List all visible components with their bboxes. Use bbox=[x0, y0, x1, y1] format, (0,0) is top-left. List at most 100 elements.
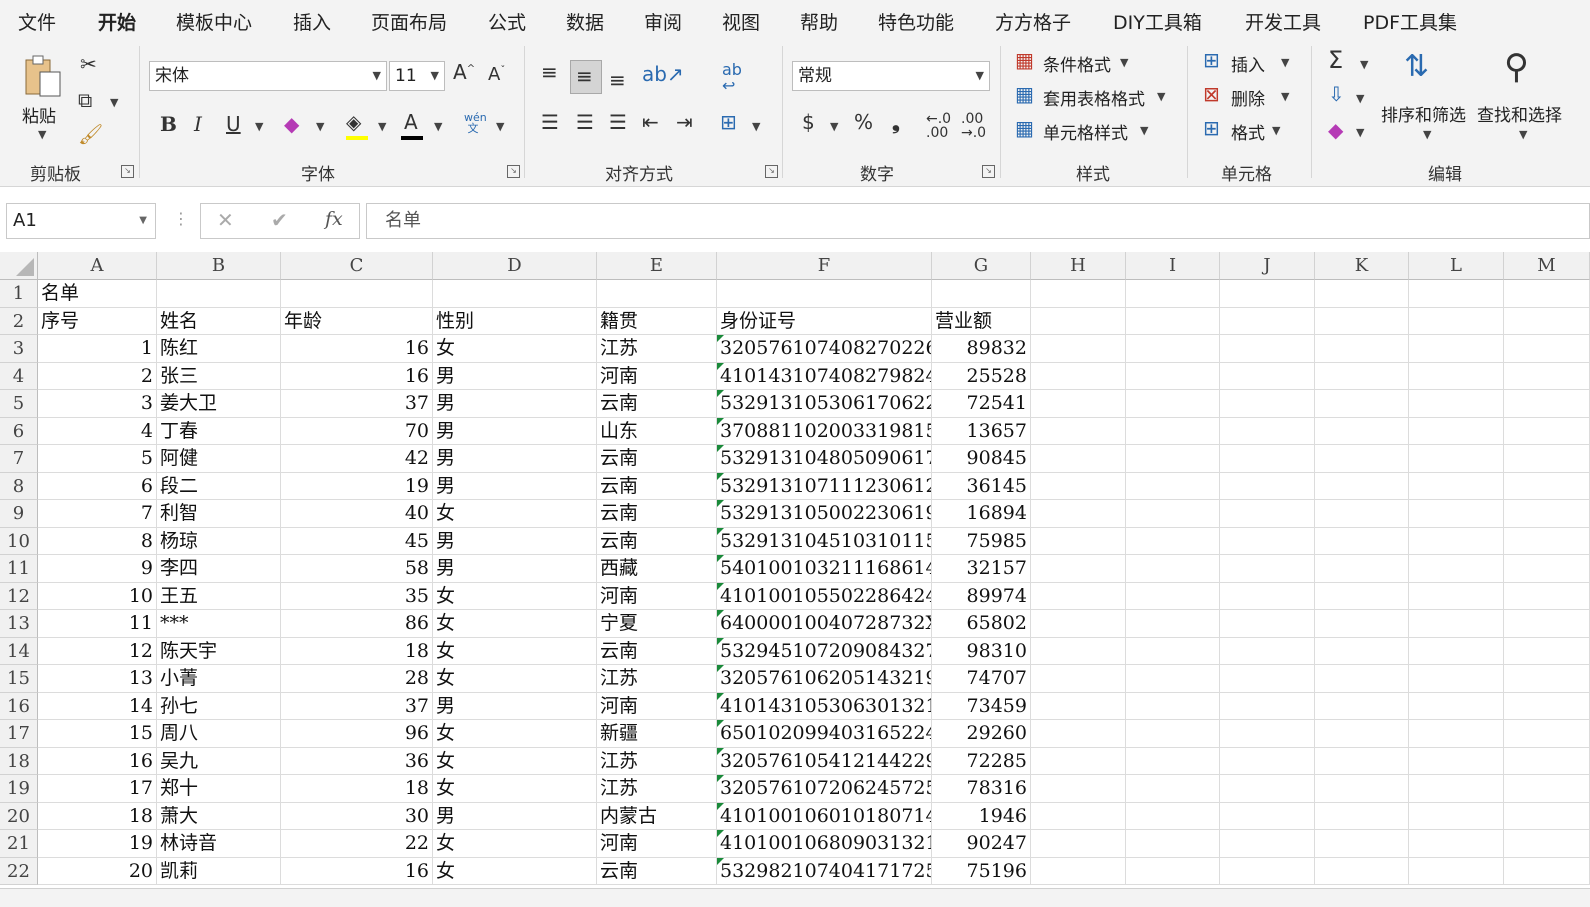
cell-E7[interactable]: 云南 bbox=[597, 445, 717, 473]
row-header[interactable]: 12 bbox=[0, 582, 38, 610]
cell-G8[interactable]: 36145 bbox=[932, 472, 1031, 500]
cell-M16[interactable] bbox=[1504, 692, 1590, 720]
cell-G4[interactable]: 25528 bbox=[932, 362, 1031, 390]
tab-7[interactable]: 审阅 bbox=[644, 8, 682, 35]
chevron-down-icon[interactable]: ▼ bbox=[830, 120, 838, 133]
phonetic-icon[interactable]: wén 文 bbox=[464, 112, 487, 134]
cell-B8[interactable]: 段二 bbox=[157, 472, 281, 500]
cell-L10[interactable] bbox=[1409, 527, 1504, 555]
formula-input[interactable]: 名单 bbox=[366, 203, 1590, 239]
cell-D16[interactable]: 男 bbox=[433, 692, 597, 720]
cell-F16[interactable]: 410143105306301321 bbox=[717, 692, 932, 720]
align-left-icon[interactable]: ☰ bbox=[541, 112, 559, 132]
font-color-icon[interactable]: A bbox=[404, 112, 418, 132]
cell-M6[interactable] bbox=[1504, 417, 1590, 445]
cell-A13[interactable]: 11 bbox=[38, 610, 157, 638]
align-top-icon[interactable]: ≡ bbox=[541, 62, 558, 82]
cell-B11[interactable]: 李四 bbox=[157, 555, 281, 583]
enter-icon[interactable]: ✔ bbox=[271, 208, 288, 232]
cell-M11[interactable] bbox=[1504, 555, 1590, 583]
merge-center-icon[interactable]: ⊞ bbox=[720, 112, 737, 132]
cell-H9[interactable] bbox=[1031, 500, 1126, 528]
cell-K18[interactable] bbox=[1315, 747, 1409, 775]
cell-H2[interactable] bbox=[1031, 307, 1126, 335]
cell-G1[interactable] bbox=[932, 280, 1031, 308]
row-header[interactable]: 17 bbox=[0, 720, 38, 748]
cell-E9[interactable]: 云南 bbox=[597, 500, 717, 528]
cell-J3[interactable] bbox=[1220, 335, 1315, 363]
cell-F10[interactable]: 532913104510310115 bbox=[717, 527, 932, 555]
paste-icon[interactable] bbox=[22, 54, 62, 98]
cell-I7[interactable] bbox=[1126, 445, 1220, 473]
cell-M12[interactable] bbox=[1504, 582, 1590, 610]
cell-J2[interactable] bbox=[1220, 307, 1315, 335]
cell-M9[interactable] bbox=[1504, 500, 1590, 528]
cell-K10[interactable] bbox=[1315, 527, 1409, 555]
cancel-icon[interactable]: ✕ bbox=[217, 208, 234, 232]
cell-M15[interactable] bbox=[1504, 665, 1590, 693]
cell-C20[interactable]: 30 bbox=[281, 802, 433, 830]
column-header-C[interactable]: C bbox=[281, 252, 433, 280]
row-header[interactable]: 8 bbox=[0, 472, 38, 500]
fill-color-icon[interactable]: ◈ bbox=[346, 112, 361, 132]
cell-E3[interactable]: 江苏 bbox=[597, 335, 717, 363]
cell-F12[interactable]: 410100105502286424 bbox=[717, 582, 932, 610]
column-header-K[interactable]: K bbox=[1315, 252, 1409, 280]
cell-E21[interactable]: 河南 bbox=[597, 830, 717, 858]
cell-B3[interactable]: 陈红 bbox=[157, 335, 281, 363]
cell-C1[interactable] bbox=[281, 280, 433, 308]
cell-M21[interactable] bbox=[1504, 830, 1590, 858]
cell-F18[interactable]: 320576105412144229 bbox=[717, 747, 932, 775]
row-header[interactable]: 9 bbox=[0, 500, 38, 528]
cell-L18[interactable] bbox=[1409, 747, 1504, 775]
tab-10[interactable]: 特色功能 bbox=[878, 8, 954, 35]
cell-E10[interactable]: 云南 bbox=[597, 527, 717, 555]
cell-D13[interactable]: 女 bbox=[433, 610, 597, 638]
cell-A18[interactable]: 16 bbox=[38, 747, 157, 775]
row-header[interactable]: 16 bbox=[0, 692, 38, 720]
cell-J21[interactable] bbox=[1220, 830, 1315, 858]
cell-G22[interactable]: 75196 bbox=[932, 857, 1031, 885]
cell-D7[interactable]: 男 bbox=[433, 445, 597, 473]
cell-D12[interactable]: 女 bbox=[433, 582, 597, 610]
cell-L14[interactable] bbox=[1409, 637, 1504, 665]
cell-M14[interactable] bbox=[1504, 637, 1590, 665]
copy-icon[interactable]: ⧉ bbox=[78, 90, 92, 110]
chevron-down-icon[interactable]: ▼ bbox=[1140, 124, 1148, 137]
cell-G5[interactable]: 72541 bbox=[932, 390, 1031, 418]
cell-F7[interactable]: 532913104805090617 bbox=[717, 445, 932, 473]
chevron-down-icon[interactable]: ▼ bbox=[378, 120, 386, 133]
cell-K6[interactable] bbox=[1315, 417, 1409, 445]
cell-B22[interactable]: 凯莉 bbox=[157, 857, 281, 885]
cell-E13[interactable]: 宁夏 bbox=[597, 610, 717, 638]
cell-L19[interactable] bbox=[1409, 775, 1504, 803]
cell-C9[interactable]: 40 bbox=[281, 500, 433, 528]
fill-icon[interactable]: ⇩ bbox=[1328, 84, 1345, 104]
cell-K9[interactable] bbox=[1315, 500, 1409, 528]
cell-A22[interactable]: 20 bbox=[38, 857, 157, 885]
orientation-icon[interactable]: ab↗ bbox=[642, 64, 684, 84]
cell-A4[interactable]: 2 bbox=[38, 362, 157, 390]
cell-K17[interactable] bbox=[1315, 720, 1409, 748]
cell-I19[interactable] bbox=[1126, 775, 1220, 803]
increase-font-icon[interactable]: A^ bbox=[453, 62, 475, 82]
cell-E1[interactable] bbox=[597, 280, 717, 308]
cell-D6[interactable]: 男 bbox=[433, 417, 597, 445]
row-header[interactable]: 5 bbox=[0, 390, 38, 418]
row-header[interactable]: 22 bbox=[0, 857, 38, 885]
cell-A1[interactable]: 名单 bbox=[38, 280, 157, 308]
cell-G21[interactable]: 90247 bbox=[932, 830, 1031, 858]
column-header-G[interactable]: G bbox=[932, 252, 1031, 280]
cell-E19[interactable]: 江苏 bbox=[597, 775, 717, 803]
paste-button[interactable]: 粘贴 bbox=[22, 102, 56, 127]
cell-I21[interactable] bbox=[1126, 830, 1220, 858]
cell-E22[interactable]: 云南 bbox=[597, 857, 717, 885]
cell-K22[interactable] bbox=[1315, 857, 1409, 885]
chevron-down-icon[interactable]: ▼ bbox=[1423, 128, 1431, 141]
cell-I17[interactable] bbox=[1126, 720, 1220, 748]
cell-H17[interactable] bbox=[1031, 720, 1126, 748]
cell-G2[interactable]: 营业额 bbox=[932, 307, 1031, 335]
currency-icon[interactable]: $ bbox=[802, 112, 815, 132]
cell-A17[interactable]: 15 bbox=[38, 720, 157, 748]
cell-E12[interactable]: 河南 bbox=[597, 582, 717, 610]
